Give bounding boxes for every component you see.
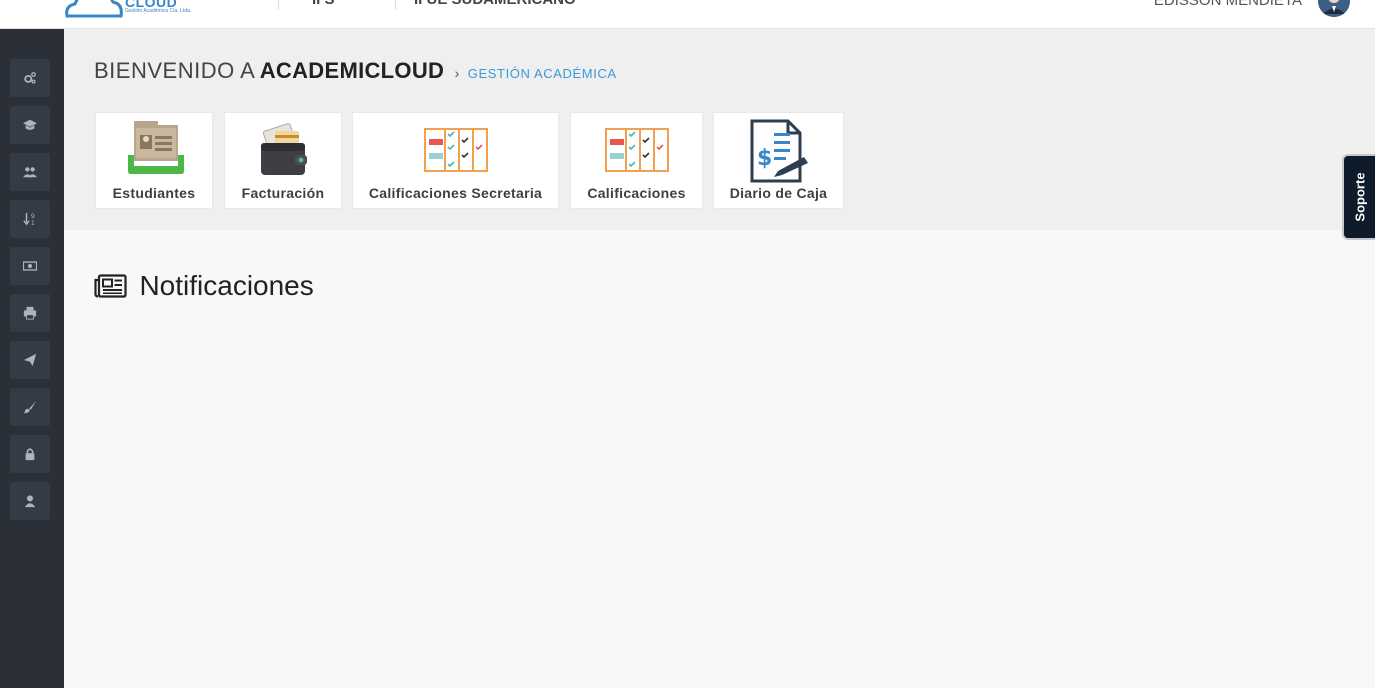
sidebar-item-print[interactable]: [10, 294, 50, 332]
notifications-header: Notificaciones: [94, 270, 314, 302]
sidebar-item-theme[interactable]: [10, 388, 50, 426]
top-bar: CLOUD Gestión Académica Cía. Ltda. II S …: [0, 0, 1375, 29]
sidebar-item-users[interactable]: [10, 153, 50, 191]
tile-label: Estudiantes: [112, 185, 196, 201]
send-icon: [23, 353, 37, 367]
support-label: Soporte: [1352, 172, 1367, 222]
breadcrumb: BIENVENIDO A ACADEMICLOUD › GESTIÓN ACAD…: [94, 58, 617, 84]
header-divider: [278, 0, 279, 10]
tile-label: Facturación: [241, 185, 325, 201]
sidebar-item-settings[interactable]: [10, 59, 50, 97]
paint-brush-icon: [23, 400, 37, 414]
wallet-icon: [261, 123, 307, 175]
svg-text:1: 1: [31, 220, 35, 226]
sidebar-item-security[interactable]: [10, 435, 50, 473]
cash-journal-icon: $: [750, 119, 808, 183]
newspaper-icon: [94, 274, 127, 298]
sidebar: 91: [0, 29, 64, 688]
sidebar-item-academics[interactable]: [10, 106, 50, 144]
sidebar-item-payments[interactable]: [10, 247, 50, 285]
student-records-icon: [128, 121, 184, 174]
chevron-right-icon: ›: [454, 65, 460, 81]
support-tab[interactable]: Soporte: [1342, 154, 1375, 240]
welcome-prefix: BIENVENIDO A: [94, 58, 256, 83]
lock-icon: [25, 448, 35, 461]
institution-name[interactable]: II UE SUDAMERICANO: [414, 0, 576, 8]
tile-diario-de-caja[interactable]: $ Diario de Caja: [713, 112, 844, 209]
user-icon: [24, 495, 36, 508]
header-divider: [395, 0, 396, 10]
sidebar-item-send[interactable]: [10, 341, 50, 379]
grades-checklist-icon: [604, 128, 669, 172]
tile-label: Calificaciones: [587, 185, 686, 201]
cogs-icon: [24, 72, 36, 84]
cloud-logo-icon: [65, 0, 123, 18]
svg-text:9: 9: [31, 213, 35, 220]
tile-label: Calificaciones Secretaria: [368, 185, 543, 201]
notifications-title: Notificaciones: [139, 270, 314, 301]
users-icon: [23, 167, 37, 178]
avatar-icon: [1318, 0, 1350, 17]
brand-name: ACADEMICLOUD: [259, 58, 445, 83]
logo-subtitle: Gestión Académica Cía. Ltda.: [125, 8, 192, 14]
section-name[interactable]: GESTIÓN ACADÉMICA: [468, 66, 617, 81]
sort-numeric-icon: 91: [23, 212, 35, 226]
tile-calificaciones[interactable]: Calificaciones: [570, 112, 703, 209]
tile-facturacion[interactable]: Facturación: [224, 112, 342, 209]
user-avatar[interactable]: [1318, 0, 1350, 17]
tile-calificaciones-secretaria[interactable]: Calificaciones Secretaria: [352, 112, 559, 209]
graduation-cap-icon: [23, 119, 37, 130]
print-icon: [23, 306, 37, 320]
svg-text:$: $: [757, 146, 772, 171]
tile-label: Diario de Caja: [729, 185, 828, 201]
sidebar-item-profile[interactable]: [10, 482, 50, 520]
grades-checklist-icon: [423, 128, 488, 172]
sidebar-item-sort[interactable]: 91: [10, 200, 50, 238]
top-menu-item[interactable]: II S: [312, 0, 335, 8]
user-name[interactable]: EDISSON MENDIETA: [1154, 0, 1302, 9]
tile-estudiantes[interactable]: Estudiantes: [95, 112, 213, 209]
money-icon: [23, 261, 37, 271]
